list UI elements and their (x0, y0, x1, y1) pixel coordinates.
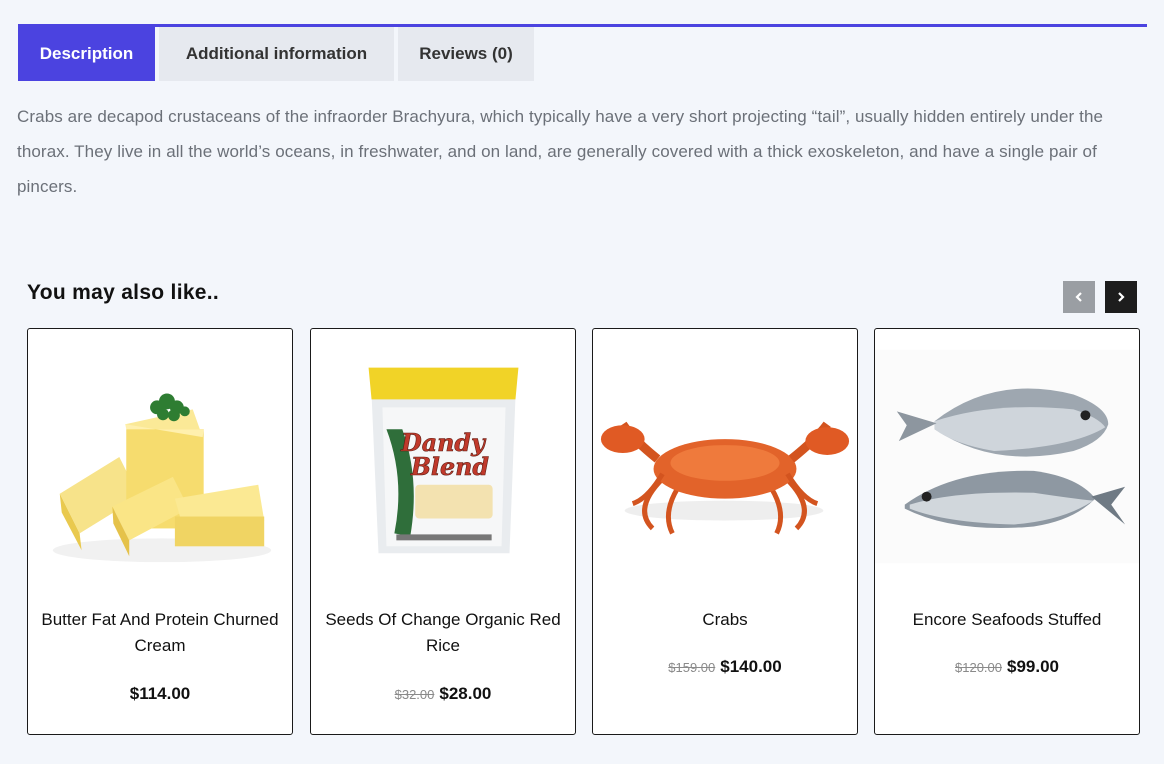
svg-text:Blend: Blend (410, 453, 490, 481)
product-card[interactable]: Crabs $159.00 $140.00 (592, 328, 858, 735)
tab-additional-information[interactable]: Additional information (159, 27, 394, 81)
product-price: $114.00 (28, 684, 292, 704)
product-tabs: Description Additional information Revie… (18, 27, 534, 81)
product-price: $32.00 $28.00 (311, 684, 575, 704)
product-card[interactable]: Dandy Blend Seeds Of Change Organic Red … (310, 328, 576, 735)
product-tabs-page: Description Additional information Revie… (0, 0, 1164, 764)
product-price: $159.00 $140.00 (593, 657, 857, 677)
tab-description[interactable]: Description (18, 27, 155, 81)
product-current-price: $28.00 (439, 684, 492, 703)
product-image-crab[interactable] (593, 329, 857, 579)
product-current-price: $140.00 (720, 657, 782, 676)
tab-reviews[interactable]: Reviews (0) (398, 27, 534, 81)
product-image-fish[interactable] (875, 329, 1139, 579)
product-current-price: $99.00 (1007, 657, 1059, 676)
product-card[interactable]: Butter Fat And Protein Churned Cream $11… (27, 328, 293, 735)
product-old-price: $159.00 (668, 660, 716, 675)
product-image-dandy-blend[interactable]: Dandy Blend (311, 329, 575, 579)
product-name[interactable]: Encore Seafoods Stuffed (885, 607, 1129, 633)
product-name[interactable]: Butter Fat And Protein Churned Cream (38, 607, 282, 659)
product-name[interactable]: Seeds Of Change Organic Red Rice (321, 607, 565, 659)
product-current-price: $114.00 (129, 684, 191, 703)
product-old-price: $32.00 (394, 687, 435, 702)
chevron-right-icon (1118, 292, 1125, 302)
product-card[interactable]: Encore Seafoods Stuffed $120.00 $99.00 (874, 328, 1140, 735)
carousel-next-button[interactable] (1105, 281, 1137, 313)
product-old-price: $120.00 (955, 660, 1002, 675)
related-products-title: You may also like.. (27, 281, 220, 304)
product-price: $120.00 $99.00 (875, 657, 1139, 677)
product-image-butter[interactable] (28, 329, 292, 579)
product-description: Crabs are decapod crustaceans of the inf… (17, 107, 1104, 196)
carousel-prev-button[interactable] (1063, 281, 1095, 313)
chevron-left-icon (1075, 292, 1082, 302)
product-name[interactable]: Crabs (603, 607, 847, 633)
